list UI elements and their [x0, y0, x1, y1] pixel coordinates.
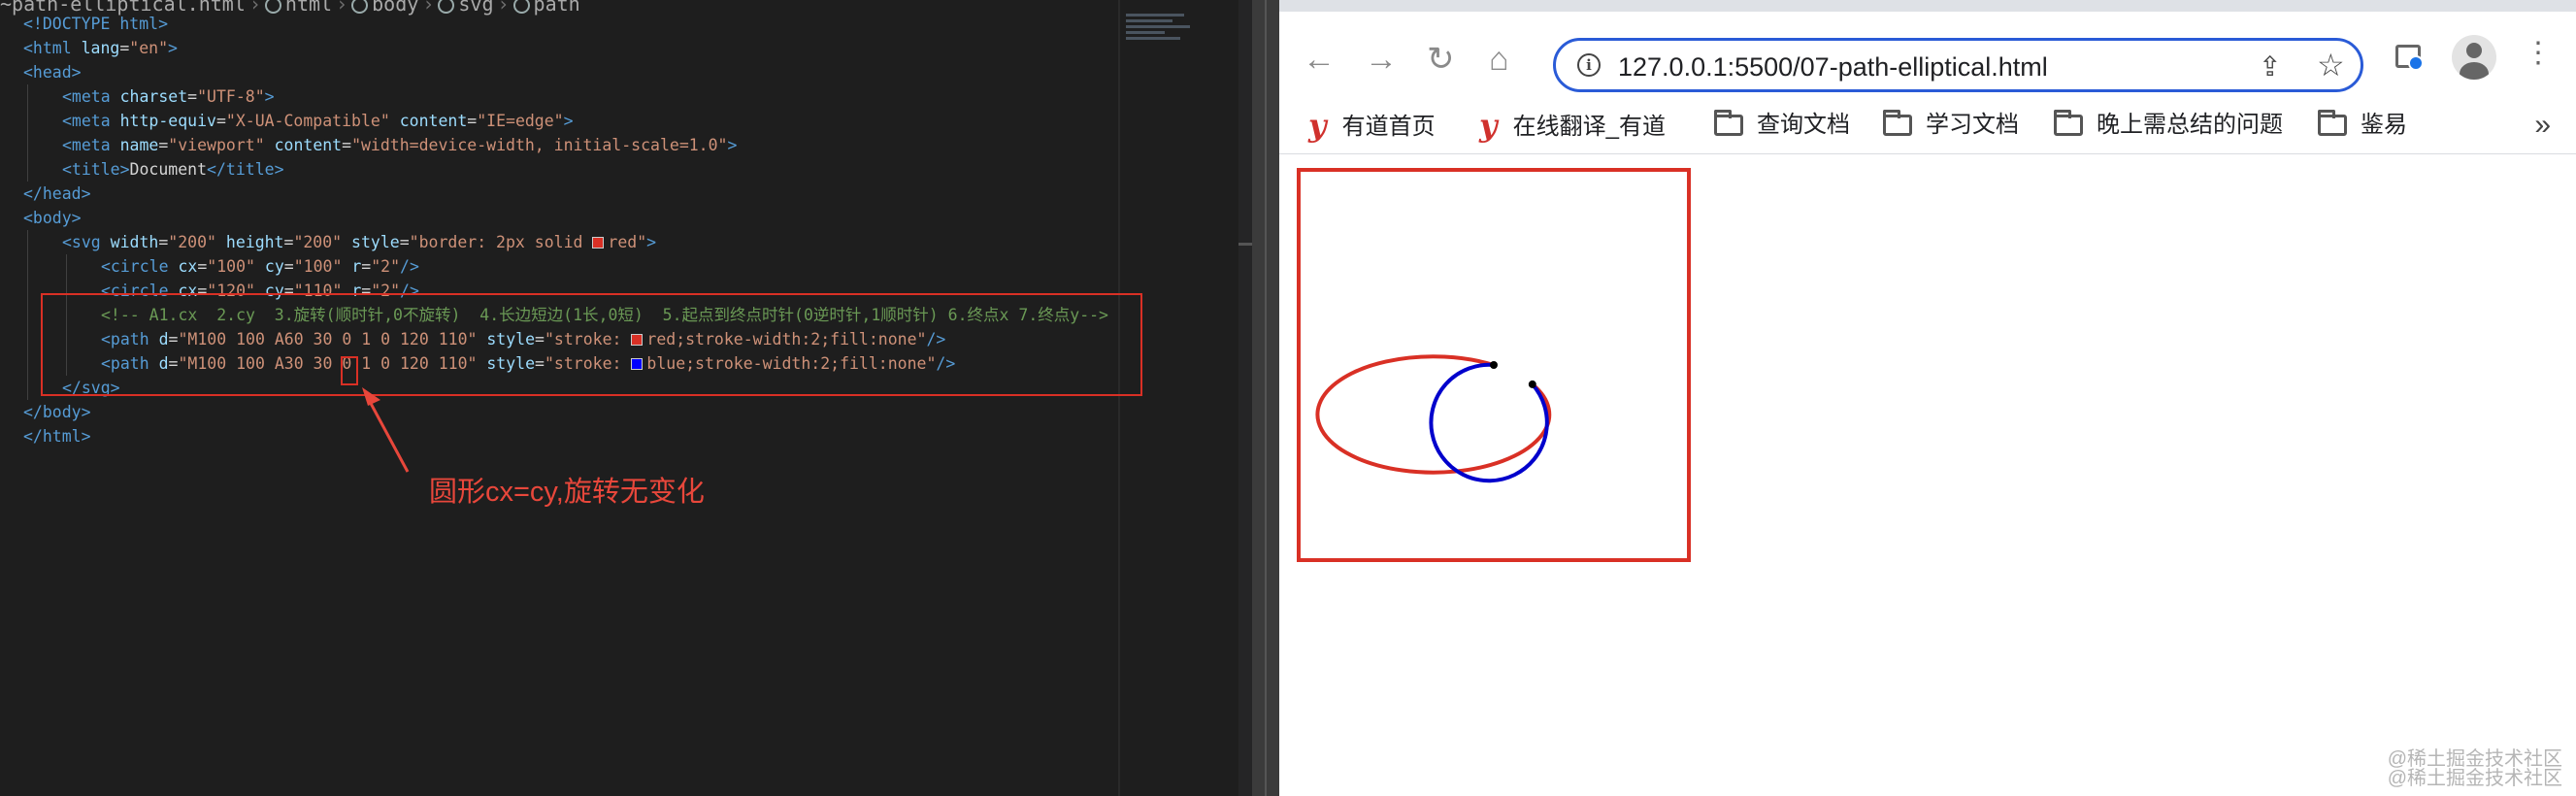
info-icon[interactable]: i [1577, 53, 1601, 77]
bookmark-folder-jianyi[interactable]: 鉴易 [2318, 97, 2407, 153]
url-text[interactable]: 127.0.0.1:5500/07-path-elliptical.html [1618, 52, 2048, 83]
more-menu-icon[interactable]: ⋮ [2524, 39, 2553, 68]
folder-icon [1714, 110, 1743, 136]
bookmark-folder-evening-questions[interactable]: 晚上需总结的问题 [2054, 97, 2283, 153]
extension-icon[interactable] [2395, 45, 2424, 71]
bookmarks-overflow-icon[interactable]: » [2534, 97, 2551, 153]
pane-divider[interactable] [1252, 0, 1279, 796]
svg-demo [1297, 168, 1691, 562]
start-point [1490, 361, 1498, 369]
browser-toolbar: ← → ↻ ⌂ i 127.0.0.1:5500/07-path-ellipti… [1279, 12, 2576, 97]
folder-icon [1883, 110, 1912, 136]
annotation-text: 圆形cx=cy,旋转无变化 [429, 477, 705, 508]
watermark: @稀土掘金技术社区 @稀土掘金技术社区 [2387, 748, 2562, 789]
reload-icon[interactable]: ↻ [1427, 43, 1455, 76]
back-icon[interactable]: ← [1303, 43, 1336, 76]
tab-strip[interactable] [1279, 0, 2576, 12]
home-icon[interactable]: ⌂ [1489, 43, 1509, 76]
bookmark-star-icon[interactable]: ☆ [2317, 47, 2345, 83]
annotation-arrow [362, 387, 410, 473]
folder-icon [2318, 110, 2347, 136]
bookmarks-bar: y 有道首页 y 在线翻译_有道 查询文档 学习文档 晚上需总结的问题 鉴易 » [1279, 97, 2576, 154]
bookmark-folder-study-docs[interactable]: 学习文档 [1883, 97, 2019, 153]
bookmark-folder-query-docs[interactable]: 查询文档 [1714, 97, 1850, 153]
end-point [1528, 380, 1536, 388]
page-viewport: @稀土掘金技术社区 @稀土掘金技术社区 [1279, 154, 2576, 796]
youdao-icon: y [1308, 107, 1327, 144]
forward-icon[interactable]: → [1365, 43, 1398, 76]
bookmark-youdao-home[interactable]: y 有道首页 [1308, 97, 1436, 153]
profile-avatar[interactable] [2452, 35, 2496, 80]
share-icon[interactable]: ⇪ [2259, 50, 2281, 83]
scrollbar-marker [1238, 243, 1252, 246]
bookmark-youdao-translate[interactable]: y 在线翻译_有道 [1479, 97, 1666, 153]
editor-scrollbar[interactable] [1238, 0, 1252, 796]
code-editor[interactable]: ~path-elliptical.html › html › body › svg › path… [0, 0, 1252, 796]
youdao-icon: y [1479, 107, 1498, 144]
folder-icon [2054, 110, 2083, 136]
address-bar[interactable]: i 127.0.0.1:5500/07-path-elliptical.html… [1553, 38, 2363, 92]
browser-window: ← → ↻ ⌂ i 127.0.0.1:5500/07-path-ellipti… [1279, 0, 2576, 796]
